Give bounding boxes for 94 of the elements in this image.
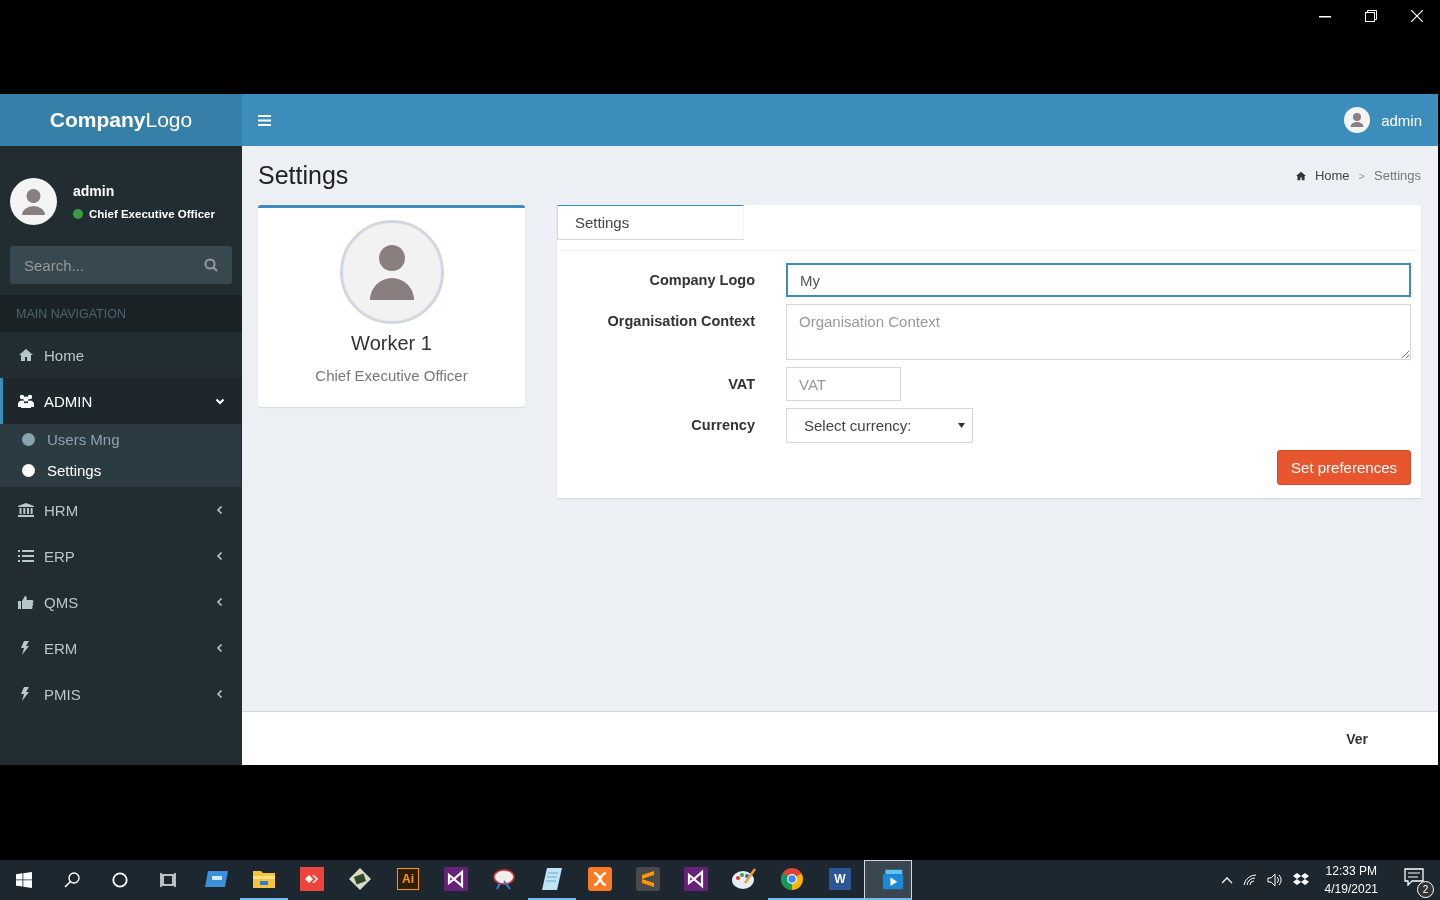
chrome-icon — [780, 867, 804, 891]
windows-start-icon[interactable] — [16, 872, 32, 888]
field-label: Company Logo — [648, 271, 755, 290]
nav-label: ADMIN — [44, 392, 94, 410]
submenu-label: Settings — [47, 462, 102, 479]
avatar-icon — [339, 220, 444, 324]
taskbar-app[interactable] — [864, 860, 912, 900]
dropdown-arrow-icon — [958, 423, 965, 428]
input-field[interactable]: VAT — [786, 367, 901, 401]
clock[interactable]: 12:33 PM 4/19/2021 — [1324, 864, 1378, 896]
clock-time: 12:33 PM — [1325, 864, 1377, 878]
resize-handle-icon[interactable] — [1401, 350, 1409, 358]
xampp-icon — [588, 867, 612, 891]
notepad-icon — [541, 867, 563, 891]
volume-icon[interactable] — [1266, 873, 1283, 887]
notification-count-badge: 2 — [1417, 881, 1434, 898]
restore-icon[interactable] — [1365, 10, 1377, 22]
close-icon[interactable] — [1411, 10, 1423, 22]
settings-tab[interactable]: Settings — [557, 205, 744, 240]
home-icon — [1294, 170, 1307, 181]
user-menu-name[interactable]: admin — [1381, 111, 1422, 129]
cortana-icon[interactable] — [112, 872, 128, 888]
play-window-icon — [882, 867, 904, 892]
clock-date: 4/19/2021 — [1324, 882, 1378, 896]
page-title: Settings — [258, 161, 349, 190]
circle-icon — [22, 464, 35, 477]
arrows-icon — [300, 867, 324, 891]
nav-item[interactable]: PMIS — [0, 671, 242, 717]
submenu-item[interactable]: Settings — [0, 455, 241, 486]
taskbar-app[interactable]: Ai — [384, 860, 432, 900]
version-text: Ver — [1346, 730, 1368, 747]
avatar-icon[interactable] — [1344, 107, 1371, 133]
breadcrumb-separator: > — [1358, 169, 1365, 182]
submenu-item[interactable]: Users Mng — [0, 424, 241, 455]
nav-item[interactable]: QMS — [0, 579, 242, 625]
circle-icon — [22, 433, 35, 446]
list-icon — [18, 549, 34, 563]
notification-icon[interactable] — [1404, 868, 1424, 886]
textarea-field[interactable]: Organisation Context — [786, 304, 1411, 360]
nav-label: ERP — [44, 547, 76, 565]
field-label: Currency — [690, 416, 755, 435]
nav-item[interactable]: ADMIN — [0, 378, 242, 424]
nav-label: QMS — [44, 593, 80, 611]
home-icon — [18, 348, 34, 362]
nav-item[interactable]: ERM — [0, 625, 242, 671]
wifi-icon[interactable] — [1242, 874, 1257, 886]
field-label: Organisation Context — [606, 312, 755, 331]
profile-name: Worker 1 — [351, 332, 432, 355]
section-title: MAIN NAVIGATION — [16, 306, 126, 321]
field-label: VAT — [727, 375, 755, 394]
chevron-up-icon[interactable] — [1220, 876, 1233, 884]
infinity-icon — [684, 867, 708, 891]
users-icon — [18, 394, 34, 408]
terminal-icon — [348, 867, 372, 891]
set-preferences-button[interactable]: Set preferences — [1277, 450, 1411, 485]
nav-item[interactable]: ERP — [0, 533, 242, 579]
menu-icon[interactable] — [258, 114, 271, 126]
thumbs-up-icon — [18, 595, 34, 609]
app-tile-icon: Ai — [397, 868, 419, 890]
infinity-icon — [444, 867, 468, 891]
chevron-left-icon — [215, 505, 225, 515]
minimize-icon[interactable] — [1319, 16, 1331, 18]
nav-label: Home — [44, 346, 85, 364]
chevron-left-icon — [215, 689, 225, 699]
folder-icon — [253, 870, 275, 888]
nav-item[interactable]: Home — [0, 332, 242, 378]
satellite-dish-icon — [492, 867, 516, 891]
bank-icon — [18, 503, 34, 517]
task-view-icon[interactable] — [160, 872, 176, 888]
user-name: admin — [73, 183, 116, 199]
chevron-left-icon — [215, 643, 225, 653]
chevron-left-icon — [215, 551, 225, 561]
search-icon[interactable] — [64, 872, 80, 888]
nav-label: HRM — [44, 501, 80, 519]
nav-item[interactable]: HRM — [0, 487, 242, 533]
window-icon — [204, 870, 228, 888]
company-logo[interactable]: CompanyLogo — [49, 108, 193, 132]
nav-label: PMIS — [44, 685, 82, 703]
avatar-icon — [10, 178, 57, 225]
sublime-icon — [636, 867, 660, 891]
nav-label: ERM — [44, 639, 79, 657]
search-field[interactable]: Search... — [10, 246, 232, 284]
app-tile-icon: W — [829, 868, 851, 890]
user-role: Chief Executive Officer — [89, 208, 215, 220]
breadcrumb-current: Settings — [1374, 168, 1421, 183]
breadcrumb-link[interactable]: Home — [1314, 168, 1350, 183]
input-field[interactable]: My — [786, 263, 1411, 297]
dropbox-icon[interactable] — [1292, 873, 1309, 887]
profile-role: Chief Executive Officer — [315, 367, 468, 384]
submenu-label: Users Mng — [47, 431, 120, 448]
chevron-down-icon — [215, 396, 225, 406]
chevron-left-icon — [215, 597, 225, 607]
currency-select[interactable]: Select currency: — [786, 408, 973, 443]
palette-icon — [731, 867, 757, 891]
